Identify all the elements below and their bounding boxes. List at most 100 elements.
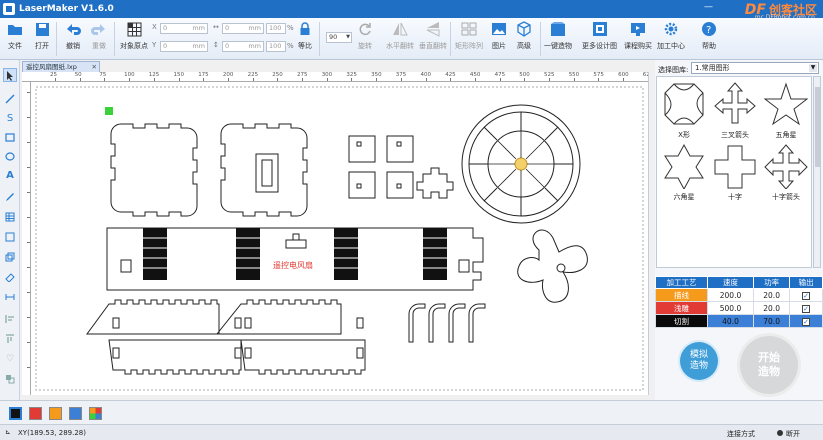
status-bar: ⊾ XY(189.53, 289.28) 连接方式 断开 <box>0 424 823 440</box>
process-power[interactable]: 20.0 <box>753 301 791 315</box>
chevron-down-icon: ▼ <box>809 64 817 72</box>
x-field[interactable]: 0 mm <box>160 23 208 34</box>
shape-six-star[interactable]: 六角星 <box>660 141 708 201</box>
output-cell[interactable]: ✓ <box>789 314 823 328</box>
heart-tool-icon[interactable]: ♡ <box>3 352 17 366</box>
color-swatch-black[interactable] <box>9 407 22 420</box>
lock-icon <box>296 20 314 38</box>
object-origin-label: 对象原点 <box>120 42 148 50</box>
start-button[interactable]: 开始造物 <box>740 336 798 394</box>
rotate-angle-select[interactable]: 90 ▼ <box>326 32 352 43</box>
layer-tool-icon[interactable] <box>3 250 17 264</box>
width-percent-field[interactable]: 100 <box>266 23 286 34</box>
flip-horizontal-label: 水平翻转 <box>386 42 414 50</box>
output-checkbox[interactable]: ✓ <box>802 304 811 313</box>
output-cell[interactable]: ✓ <box>789 301 823 315</box>
process-power[interactable]: 70.0 <box>753 314 791 328</box>
advanced-button[interactable]: 高级 <box>515 20 533 51</box>
process-speed[interactable]: 40.0 <box>706 314 755 328</box>
distribute-tool-icon[interactable] <box>3 332 17 346</box>
align-tool-icon[interactable] <box>3 312 17 326</box>
ellipse-tool-icon[interactable] <box>3 149 17 163</box>
output-cell[interactable]: ✓ <box>789 288 823 302</box>
height-percent-field[interactable]: 100 <box>266 41 286 52</box>
lock-ratio-label: 等比 <box>298 42 312 50</box>
array-icon <box>460 20 478 38</box>
object-origin-button[interactable]: 对象原点 <box>120 20 148 51</box>
ruler-tick <box>425 78 427 81</box>
col-power: 功率 <box>753 276 791 289</box>
image-button[interactable]: 图片 <box>490 20 508 51</box>
undo-button[interactable]: 撤销 <box>64 20 82 51</box>
process-table: 加工工艺 速度 功率 输出 描线 200.0 20.0 ✓ 浅雕 500.0 2… <box>655 276 823 328</box>
output-checkbox[interactable]: ✓ <box>802 291 811 300</box>
help-label: 帮助 <box>702 42 716 50</box>
redo-button[interactable]: 重做 <box>90 20 108 51</box>
rotate-icon <box>356 20 374 38</box>
library-select[interactable]: 1.常用图形 ▼ <box>691 62 819 74</box>
col-output: 输出 <box>789 276 823 289</box>
process-speed[interactable]: 500.0 <box>706 301 755 315</box>
rectangle-tool-icon[interactable] <box>3 130 17 144</box>
cross-arrow-icon <box>764 144 808 189</box>
text-tool-icon[interactable]: A <box>3 168 17 182</box>
close-icon[interactable]: ✕ <box>92 62 97 72</box>
buy-course-button[interactable]: 课程购买 <box>624 20 652 51</box>
document-tab[interactable]: 遥控风扇图纸.lxp ✕ <box>22 61 100 72</box>
design-canvas[interactable]: 遥控电风扇 <box>31 82 648 395</box>
more-designs-button[interactable]: 更多设计图 <box>582 20 617 51</box>
color-swatch-red[interactable] <box>29 407 42 420</box>
file-button[interactable]: 文件 <box>6 20 24 51</box>
more-designs-label: 更多设计图 <box>582 42 617 50</box>
shape-library-scrollbar[interactable] <box>813 76 821 268</box>
color-swatch-orange[interactable] <box>49 407 62 420</box>
color-swatch-multicolor[interactable] <box>89 407 102 420</box>
minimize-icon[interactable]: — <box>704 2 713 12</box>
table-tool-icon[interactable] <box>3 210 17 224</box>
line-tool-icon[interactable] <box>3 92 17 106</box>
process-speed[interactable]: 200.0 <box>706 288 755 302</box>
lock-ratio-button[interactable]: 等比 <box>296 20 314 51</box>
measure-tool-icon[interactable] <box>3 290 17 304</box>
help-button[interactable]: ? 帮助 <box>700 20 718 51</box>
simulate-button[interactable]: 模拟造物 <box>680 342 718 380</box>
edit-node-tool-icon[interactable] <box>3 190 17 204</box>
table-row[interactable]: 浅雕 500.0 20.0 ✓ <box>655 301 823 315</box>
y-field[interactable]: 0 mm <box>160 41 208 52</box>
height-field[interactable]: 0 mm <box>222 41 264 52</box>
width-field[interactable]: 0 mm <box>222 23 264 34</box>
combine-tool-icon[interactable] <box>3 372 17 386</box>
shape-three-arrow[interactable]: 三叉箭头 <box>711 79 759 139</box>
shape-cross-arrow[interactable]: 十字箭头 <box>762 141 810 201</box>
one-click-make-button[interactable]: 一键造物 <box>544 20 572 51</box>
frame-tool-icon[interactable] <box>3 230 17 244</box>
output-checkbox[interactable]: ✓ <box>802 317 811 326</box>
ruler-tick <box>623 78 625 81</box>
color-swatch-blue[interactable] <box>69 407 82 420</box>
curve-tool-icon[interactable]: S <box>3 111 17 125</box>
vertical-scrollbar[interactable] <box>648 72 654 395</box>
shape-cross[interactable]: 十字 <box>711 141 759 201</box>
ruler-tick <box>27 242 30 243</box>
table-row-selected[interactable]: 切割 40.0 70.0 ✓ <box>655 314 823 328</box>
rect-array-button[interactable]: 矩形阵列 <box>455 20 483 51</box>
course-icon <box>629 20 647 38</box>
shape-label: 六角星 <box>673 193 695 201</box>
coordinate-icon: ⊾ <box>5 428 11 436</box>
ruler-tick <box>277 78 279 81</box>
shape-five-star[interactable]: 五角星 <box>762 79 810 139</box>
process-power[interactable]: 20.0 <box>753 288 791 302</box>
rotate-button[interactable]: 旋转 <box>356 20 374 51</box>
open-button[interactable]: 打开 <box>33 20 51 51</box>
select-tool-icon[interactable] <box>3 68 17 82</box>
shape-library: X形 三叉箭头 五角星 六角星 十字 十字箭头 <box>656 76 812 268</box>
maker-center-button[interactable]: 加工中心 <box>657 20 685 51</box>
eraser-tool-icon[interactable] <box>3 270 17 284</box>
canvas-drawing[interactable]: 遥控电风扇 <box>31 82 648 395</box>
ruler-tick <box>450 78 452 81</box>
table-row[interactable]: 描线 200.0 20.0 ✓ <box>655 288 823 302</box>
y-icon: Y <box>152 41 157 49</box>
shape-x[interactable]: X形 <box>660 79 708 139</box>
flip-vertical-button[interactable]: 垂直翻转 <box>419 20 447 51</box>
flip-horizontal-button[interactable]: 水平翻转 <box>386 20 414 51</box>
